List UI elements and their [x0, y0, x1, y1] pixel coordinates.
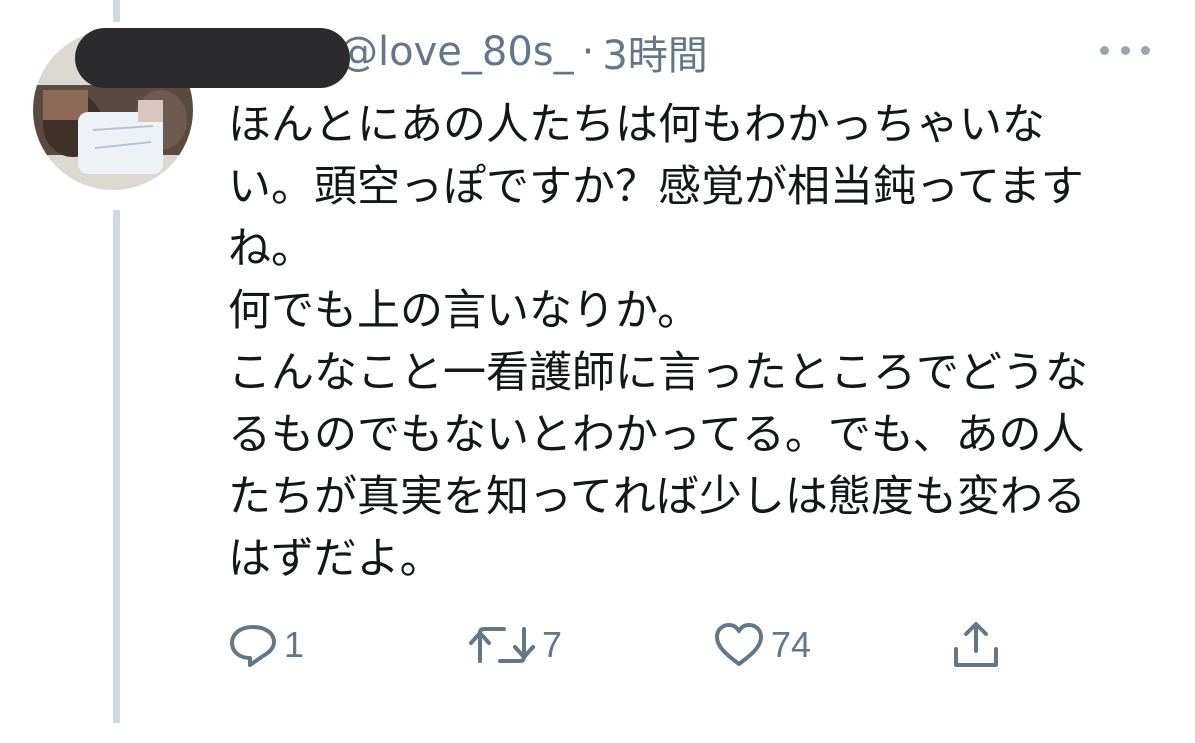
more-options-icon[interactable]	[1100, 35, 1150, 65]
separator: ·	[581, 29, 595, 75]
like-count: 74	[771, 624, 812, 665]
tweet[interactable]: @love_80s_ · 3時間 ほんとにあの人たちは何もわかっちゃいな い。頭…	[0, 0, 1195, 743]
retweet-icon	[468, 621, 536, 669]
reply-button[interactable]: 1	[228, 615, 304, 675]
reply-icon	[228, 621, 278, 669]
action-bar: 1 7 74	[228, 615, 1058, 675]
retweet-count: 7	[542, 624, 563, 665]
user-handle[interactable]: @love_80s_	[338, 29, 574, 75]
tweet-text: ほんとにあの人たちは何もわかっちゃいな い。頭空っぽですか？感覚が相当鈍ってます…	[228, 100, 1088, 584]
retweet-button[interactable]: 7	[468, 615, 562, 675]
thread-connector-top	[113, 0, 120, 22]
thread-connector-line	[113, 210, 120, 723]
share-button[interactable]	[950, 615, 1002, 675]
redaction-bar	[75, 28, 350, 88]
heart-icon	[713, 621, 765, 669]
like-button[interactable]: 74	[713, 615, 811, 675]
timestamp[interactable]: 3時間	[602, 23, 707, 81]
reply-count: 1	[284, 624, 305, 665]
share-icon	[950, 619, 1002, 671]
